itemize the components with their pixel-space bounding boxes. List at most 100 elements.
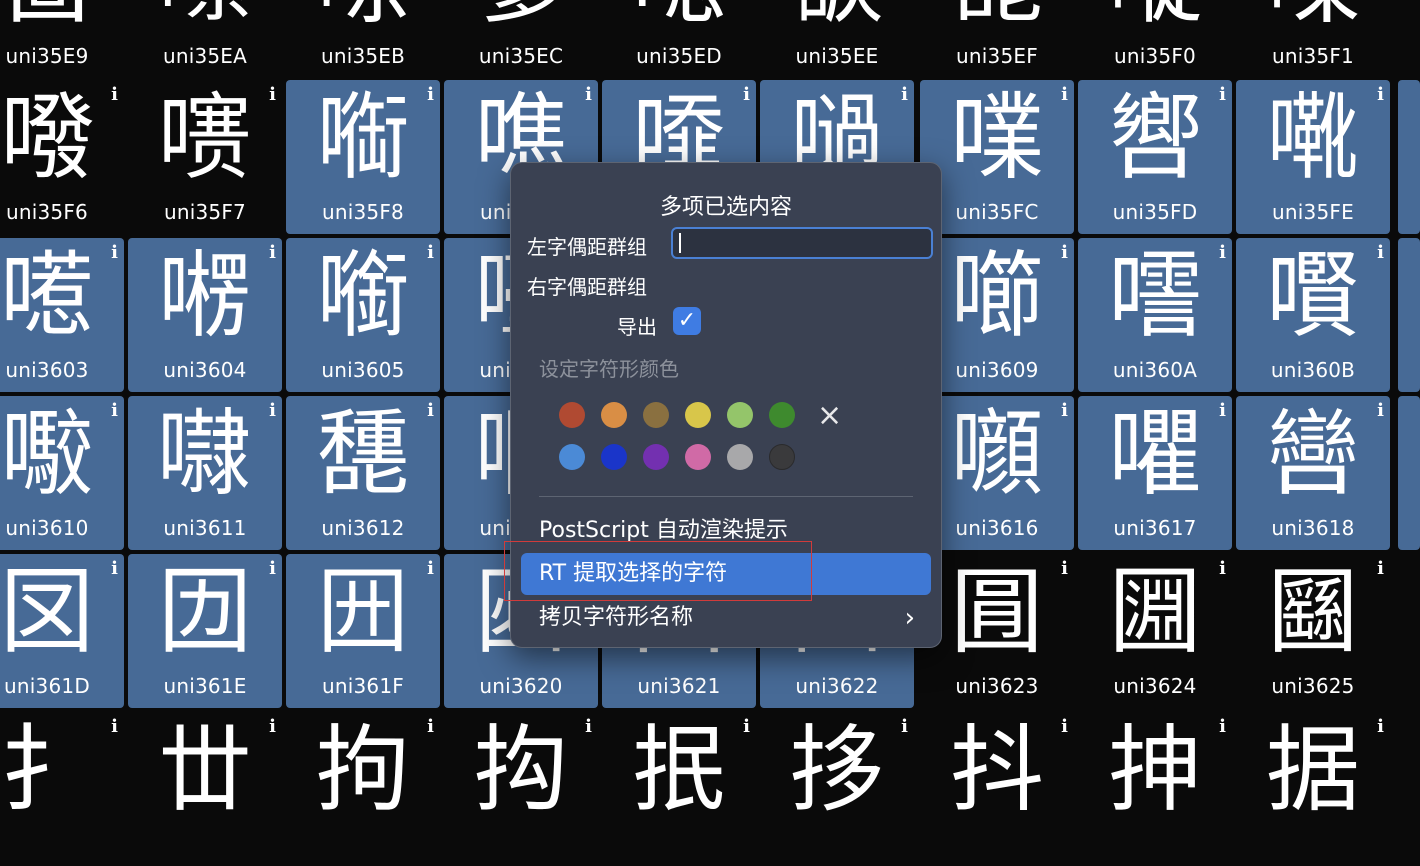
color-swatch[interactable]	[769, 402, 795, 428]
info-icon[interactable]: i	[1377, 400, 1384, 421]
info-icon[interactable]: i	[111, 716, 118, 737]
info-icon[interactable]: i	[1061, 558, 1068, 579]
glyph-cell[interactable]: 㗰uni35F0i	[1078, 0, 1232, 78]
glyph-cell[interactable]: 㘥 uni3625 i	[1236, 554, 1390, 708]
color-swatch[interactable]	[559, 402, 585, 428]
glyph-cell[interactable]: 㗪uni35EAi	[128, 0, 282, 78]
glyph-cell[interactable]: 㘑 uni3611 i	[128, 396, 282, 550]
glyph-cell[interactable]: 㘣 uni3623 i	[920, 554, 1074, 708]
color-swatch[interactable]	[727, 444, 753, 470]
info-icon[interactable]: i	[427, 400, 434, 421]
info-icon[interactable]: i	[269, 716, 276, 737]
info-icon[interactable]: i	[743, 84, 750, 105]
info-icon[interactable]: i	[1061, 716, 1068, 737]
info-icon[interactable]: i	[1219, 400, 1226, 421]
postscript-autohint-menu-item[interactable]: PostScript 自动渲染提示	[521, 510, 931, 552]
color-swatch[interactable]	[685, 402, 711, 428]
glyph-name: uni360B	[1270, 358, 1356, 382]
info-icon[interactable]: i	[1061, 84, 1068, 105]
info-icon[interactable]: i	[111, 400, 118, 421]
glyph-cell[interactable]: 㗷 uni35F7 i	[128, 80, 282, 234]
glyph-cell[interactable]: 㘘 uni3618 i	[1236, 396, 1390, 550]
glyph-cell[interactable]: 㗱uni35F1i	[1236, 0, 1390, 78]
glyph-cell[interactable]: 㗾 uni35FE i	[1236, 80, 1390, 234]
info-icon[interactable]: i	[269, 400, 276, 421]
glyph-cell-partial[interactable]	[1398, 80, 1420, 234]
glyph-cell[interactable]: 㗸 uni35F8 i	[286, 80, 440, 234]
glyph-cell[interactable]: 㗯uni35EFi	[920, 0, 1074, 78]
glyph-cell[interactable]: 㗫uni35EBi	[286, 0, 440, 78]
info-icon[interactable]: i	[1377, 716, 1384, 737]
export-checkbox[interactable]: ✓	[673, 307, 701, 335]
info-icon[interactable]: i	[269, 242, 276, 263]
info-icon[interactable]: i	[585, 716, 592, 737]
glyph-cell[interactable]: 㘅 uni3605 i	[286, 238, 440, 392]
glyph-cell[interactable]: 抿i	[602, 712, 756, 866]
info-icon[interactable]: i	[1219, 242, 1226, 263]
info-icon[interactable]: i	[1219, 716, 1226, 737]
glyph-cell[interactable]: 㘟 uni361F i	[286, 554, 440, 708]
info-icon[interactable]: i	[1377, 558, 1384, 579]
glyph-cell[interactable]: 拸i	[760, 712, 914, 866]
info-icon[interactable]: i	[111, 558, 118, 579]
color-swatch[interactable]	[727, 402, 753, 428]
glyph-cell[interactable]: 拘i	[286, 712, 440, 866]
left-kerning-group-input[interactable]	[671, 227, 933, 259]
glyph-cell[interactable]: 啚uni35E9i	[0, 0, 124, 78]
info-icon[interactable]: i	[427, 242, 434, 263]
color-swatch[interactable]	[769, 444, 795, 470]
glyph-cell[interactable]: 㘖 uni3616 i	[920, 396, 1074, 550]
clear-color-icon[interactable]: ×	[817, 401, 842, 431]
info-icon[interactable]: i	[1219, 558, 1226, 579]
info-icon[interactable]: i	[1061, 242, 1068, 263]
info-icon[interactable]: i	[585, 84, 592, 105]
rt-extract-selected-glyphs-menu-item[interactable]: RT 提取选择的字符	[521, 553, 931, 595]
info-icon[interactable]: i	[111, 242, 118, 263]
glyph-cell[interactable]: 㘐 uni3610 i	[0, 396, 124, 550]
color-swatch[interactable]	[559, 444, 585, 470]
info-icon[interactable]: i	[269, 84, 276, 105]
info-icon[interactable]: i	[901, 716, 908, 737]
glyph-cell[interactable]: 㘊 uni360A i	[1078, 238, 1232, 392]
glyph-cell-partial[interactable]	[1398, 238, 1420, 392]
glyph-cell[interactable]: 㘒 uni3612 i	[286, 396, 440, 550]
glyph-cell[interactable]: 㘃 uni3603 i	[0, 238, 124, 392]
glyph-cell[interactable]: 抖i	[920, 712, 1074, 866]
glyph-cell[interactable]: 㗽 uni35FD i	[1078, 80, 1232, 234]
glyph-cell[interactable]: 㘗 uni3617 i	[1078, 396, 1232, 550]
glyph-cell[interactable]: 㘉 uni3609 i	[920, 238, 1074, 392]
color-swatch[interactable]	[601, 444, 627, 470]
color-swatch[interactable]	[643, 402, 669, 428]
glyph-cell[interactable]: 扌i	[0, 712, 124, 866]
glyph-cell[interactable]: 㘞 uni361E i	[128, 554, 282, 708]
glyph-cell[interactable]: 㘤 uni3624 i	[1078, 554, 1232, 708]
glyph-cell[interactable]: 㗮uni35EEi	[760, 0, 914, 78]
info-icon[interactable]: i	[1061, 400, 1068, 421]
info-icon[interactable]: i	[427, 84, 434, 105]
glyph-cell[interactable]: 丗i	[128, 712, 282, 866]
copy-glyph-names-menu-item[interactable]: 拷贝字符形名称 ›	[521, 597, 931, 639]
info-icon[interactable]: i	[743, 716, 750, 737]
glyph-cell-partial[interactable]	[1398, 396, 1420, 550]
info-icon[interactable]: i	[1377, 242, 1384, 263]
glyph-cell[interactable]: 㗭uni35EDi	[602, 0, 756, 78]
info-icon[interactable]: i	[427, 558, 434, 579]
glyph-cell[interactable]: 㘄 uni3604 i	[128, 238, 282, 392]
glyph-cell[interactable]: 㘋 uni360B i	[1236, 238, 1390, 392]
glyph-cell[interactable]: 㗼 uni35FC i	[920, 80, 1074, 234]
color-swatch[interactable]	[601, 402, 627, 428]
info-icon[interactable]: i	[269, 558, 276, 579]
glyph-cell[interactable]: 㗶 uni35F6 i	[0, 80, 124, 234]
glyph-cell[interactable]: 抻i	[1078, 712, 1232, 866]
color-swatch[interactable]	[685, 444, 711, 470]
glyph-cell[interactable]: 㘝 uni361D i	[0, 554, 124, 708]
glyph-cell[interactable]: 抅i	[444, 712, 598, 866]
glyph-cell[interactable]: 㗬uni35ECi	[444, 0, 598, 78]
glyph-cell[interactable]: 据i	[1236, 712, 1390, 866]
color-swatch[interactable]	[643, 444, 669, 470]
info-icon[interactable]: i	[427, 716, 434, 737]
info-icon[interactable]: i	[901, 84, 908, 105]
info-icon[interactable]: i	[1377, 84, 1384, 105]
info-icon[interactable]: i	[1219, 84, 1226, 105]
info-icon[interactable]: i	[111, 84, 118, 105]
